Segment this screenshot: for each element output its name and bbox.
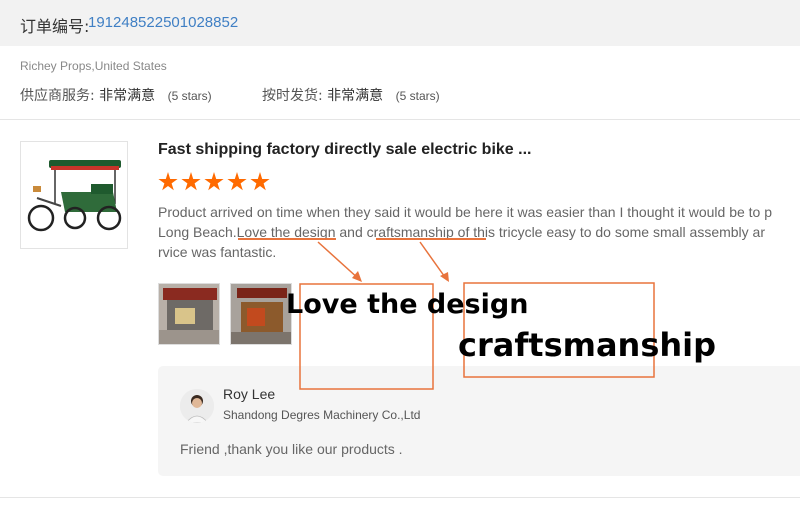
review-segment: rvice was fantastic. [158,244,277,260]
star-icon [158,172,178,191]
rating-stars-text: (5 stars) [395,89,440,103]
review-photo-1[interactable] [158,283,220,345]
order-number-label: 订单编号: [20,17,90,36]
star-icon [204,172,224,191]
annotation-arrowhead [352,271,362,282]
product-rating-stars [158,172,270,192]
reply-company-name: Shandong Degres Machinery Co.,Ltd [223,408,421,422]
annotation-label-design: Love the design [286,289,529,320]
review-segment: Long Beach. [158,224,237,240]
section-divider [0,119,800,120]
order-header: 订单编号: 191248522501028852 [0,0,800,46]
review-segment-highlight: Love the design [236,224,336,240]
review-segment: Product arrived on time when they said i… [158,204,773,220]
supplier-service-rating: 供应商服务: 非常满意 (5 stars) [20,85,212,105]
product-image[interactable] [20,141,128,249]
avatar [180,389,214,423]
star-icon [181,172,201,191]
section-divider [0,497,800,498]
star-icon [227,172,247,191]
review-segment-highlight: craftsmanship [366,224,454,240]
avatar-icon [180,389,214,423]
supplier-name: Richey Props,United States [20,59,167,73]
star-icon [250,172,270,191]
review-line: rvice was fantastic. [158,242,800,262]
ontime-delivery-rating: 按时发货: 非常满意 (5 stars) [262,85,440,105]
review-line: Product arrived on time when they said i… [158,202,800,222]
rating-stars-text: (5 stars) [167,89,212,103]
review-photo [231,284,291,344]
order-number-link[interactable]: 191248522501028852 [88,14,238,31]
rating-value: 非常满意 [327,88,384,104]
review-segment: and [335,224,367,240]
annotation-label-craftsmanship: craftsmanship [458,326,717,364]
reply-author-name: Roy Lee [223,386,276,402]
rating-label: 按时发货: [262,88,323,104]
tricycle-image [27,160,122,232]
review-segment: of this tricycle easy to do some small a… [453,224,766,240]
annotation-arrowhead [440,272,449,282]
review-photo [159,284,219,344]
review-text: Product arrived on time when they said i… [158,202,800,262]
review-line: Long Beach.Love the design and craftsman… [158,222,800,242]
rating-value: 非常满意 [99,88,156,104]
reply-message: Friend ,thank you like our products . [180,441,403,457]
product-title[interactable]: Fast shipping factory directly sale elec… [158,141,531,159]
review-photo-2[interactable] [230,283,292,345]
rating-label: 供应商服务: [20,88,95,104]
